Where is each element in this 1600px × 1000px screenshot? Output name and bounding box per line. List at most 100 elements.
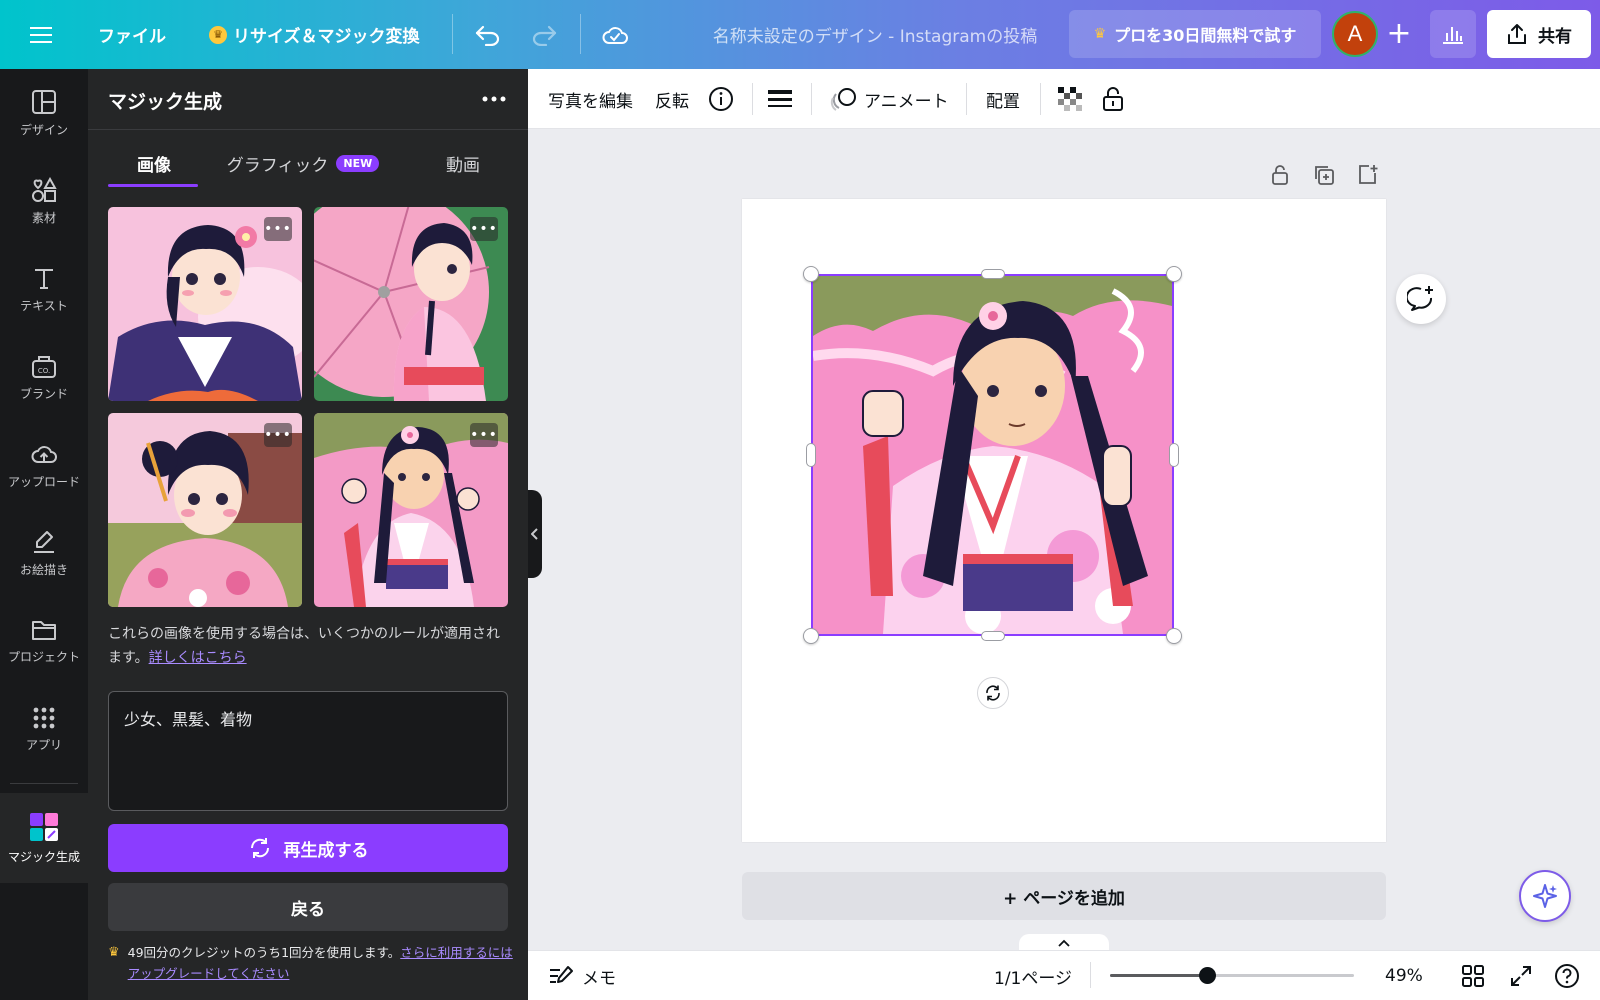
rail-item-magic-media[interactable]: マジック生成 bbox=[0, 793, 88, 883]
info-button[interactable] bbox=[708, 69, 734, 129]
svg-text:CO.: CO. bbox=[38, 367, 50, 375]
resize-handle-top-right[interactable] bbox=[1166, 266, 1182, 282]
redo-icon bbox=[532, 25, 557, 46]
add-page-top-button[interactable] bbox=[1355, 162, 1381, 188]
invite-plus-button[interactable]: + bbox=[1382, 17, 1416, 51]
panel-title: マジック生成 bbox=[108, 91, 223, 113]
insights-button[interactable] bbox=[1430, 10, 1476, 58]
divider bbox=[580, 14, 581, 54]
grid-view-button[interactable] bbox=[1462, 951, 1484, 1000]
edit-photo-button[interactable]: 写真を編集 bbox=[548, 69, 633, 129]
user-avatar[interactable]: A bbox=[1332, 11, 1378, 57]
document-title[interactable]: 名称未設定のデザイン - Instagramの投稿 bbox=[660, 0, 1090, 69]
zoom-slider-knob[interactable] bbox=[1199, 967, 1217, 984]
animate-button[interactable]: アニメート bbox=[830, 69, 949, 129]
generated-image-4[interactable]: ••• bbox=[314, 413, 508, 607]
magic-assistant-button[interactable] bbox=[1519, 870, 1571, 922]
divider bbox=[752, 83, 753, 115]
regenerate-button[interactable]: 再生成する bbox=[108, 824, 508, 872]
more-dots-icon bbox=[482, 96, 506, 102]
share-button[interactable]: 共有 bbox=[1487, 10, 1591, 58]
lock-page-button[interactable] bbox=[1267, 162, 1293, 188]
generated-image-1[interactable]: ••• bbox=[108, 207, 302, 401]
rail-item-elements[interactable]: 素材 bbox=[0, 161, 88, 241]
undo-button[interactable] bbox=[474, 0, 502, 69]
top-bar: ファイル ♛ リサイズ＆マジック変換 名称未設定のデザイン - Instagra… bbox=[0, 0, 1600, 69]
folder-icon bbox=[32, 620, 56, 640]
rail-item-brand[interactable]: CO. ブランド bbox=[0, 337, 88, 417]
panel-tabs: 画像 グラフィック NEW 動画 bbox=[108, 139, 508, 189]
generated-image-3[interactable]: ••• bbox=[108, 413, 302, 607]
upload-cloud-icon bbox=[31, 445, 57, 463]
page-indicator[interactable]: 1/1ページ bbox=[994, 951, 1072, 1000]
tab-video[interactable]: 動画 bbox=[418, 139, 508, 187]
cloud-save-status[interactable] bbox=[601, 0, 629, 69]
rail-label: マジック生成 bbox=[7, 849, 80, 864]
magic-media-icon bbox=[30, 812, 58, 841]
rail-item-projects[interactable]: プロジェクト bbox=[0, 601, 88, 681]
crown-icon: ♛ bbox=[108, 945, 120, 960]
resize-handle-bottom[interactable] bbox=[981, 631, 1005, 641]
rail-item-apps[interactable]: アプリ bbox=[0, 689, 88, 769]
tab-graphic[interactable]: グラフィック NEW bbox=[218, 139, 388, 187]
menu-button[interactable] bbox=[30, 0, 52, 69]
resize-handle-bottom-right[interactable] bbox=[1166, 628, 1182, 644]
notes-label: メモ bbox=[582, 968, 616, 989]
zoom-level[interactable]: 49% bbox=[1385, 951, 1423, 1000]
flip-button[interactable]: 反転 bbox=[655, 69, 689, 129]
rail-item-design[interactable]: デザイン bbox=[0, 73, 88, 153]
learn-more-link[interactable]: 詳しくはこちら bbox=[149, 650, 247, 666]
image-more-button[interactable]: ••• bbox=[470, 423, 498, 447]
rail-label: アプリ bbox=[25, 737, 62, 752]
tab-graphic-label: グラフィック bbox=[226, 155, 329, 176]
animate-label: アニメート bbox=[864, 91, 949, 112]
credits-notice: ♛ 49回分のクレジットのうち1回分を使用します。さらに利用するにはアップグレー… bbox=[108, 942, 513, 984]
rotate-handle[interactable] bbox=[977, 677, 1009, 709]
rail-item-draw[interactable]: お絵描き bbox=[0, 513, 88, 593]
transparency-button[interactable] bbox=[1058, 69, 1082, 129]
magic-media-panel: マジック生成 画像 グラフィック NEW 動画 ••• ••• ••• ••• … bbox=[88, 69, 528, 1000]
image-more-button[interactable]: ••• bbox=[264, 217, 292, 241]
rail-label: お絵描き bbox=[19, 562, 68, 577]
tab-image[interactable]: 画像 bbox=[108, 139, 200, 187]
lock-button[interactable] bbox=[1102, 69, 1124, 129]
help-button[interactable] bbox=[1554, 951, 1580, 1000]
usage-rules-text: これらの画像を使用する場合は、いくつかのルールが適用されます。詳しくはこちら bbox=[108, 622, 508, 670]
chevron-up-icon bbox=[1058, 939, 1070, 947]
redo-button[interactable] bbox=[530, 0, 558, 69]
zoom-slider[interactable] bbox=[1110, 967, 1354, 984]
rail-item-upload[interactable]: アップロード bbox=[0, 425, 88, 505]
image-more-button[interactable]: ••• bbox=[264, 423, 292, 447]
resize-handle-left[interactable] bbox=[806, 443, 816, 467]
zoom-slider-fill bbox=[1110, 974, 1208, 977]
add-comment-button[interactable] bbox=[1396, 274, 1446, 324]
position-button[interactable]: 配置 bbox=[986, 69, 1020, 129]
anime-girl-kimono-image bbox=[813, 276, 1172, 634]
resize-handle-bottom-left[interactable] bbox=[803, 628, 819, 644]
resize-handle-right[interactable] bbox=[1169, 443, 1179, 467]
prompt-input[interactable]: 少女、黒髪、着物 bbox=[108, 691, 508, 811]
rail-label: プロジェクト bbox=[7, 649, 80, 664]
resize-handle-top-left[interactable] bbox=[803, 266, 819, 282]
notes-button[interactable]: メモ bbox=[548, 951, 616, 1000]
selected-canvas-image[interactable] bbox=[811, 274, 1174, 636]
brand-icon: CO. bbox=[32, 355, 56, 378]
try-pro-button[interactable]: ♛ プロを30日間無料で試す bbox=[1069, 10, 1321, 58]
add-page-button[interactable]: + ページを追加 bbox=[742, 872, 1386, 920]
image-more-button[interactable]: ••• bbox=[470, 217, 498, 241]
resize-handle-top[interactable] bbox=[981, 269, 1005, 279]
back-button[interactable]: 戻る bbox=[108, 883, 508, 931]
fullscreen-button[interactable] bbox=[1510, 951, 1532, 1000]
apps-grid-icon bbox=[33, 707, 55, 728]
border-style-button[interactable] bbox=[768, 69, 792, 129]
hamburger-icon bbox=[30, 26, 52, 43]
generated-image-2[interactable]: ••• bbox=[314, 207, 508, 401]
rail-item-text[interactable]: テキスト bbox=[0, 249, 88, 329]
refresh-icon bbox=[250, 838, 269, 858]
file-menu-button[interactable]: ファイル bbox=[98, 0, 166, 69]
collapse-panel-handle[interactable] bbox=[528, 490, 542, 578]
resize-magic-button[interactable]: ♛ リサイズ＆マジック変換 bbox=[209, 0, 420, 69]
duplicate-page-button[interactable] bbox=[1311, 162, 1337, 188]
resize-magic-label: リサイズ＆マジック変換 bbox=[233, 27, 420, 47]
panel-more-button[interactable] bbox=[474, 83, 514, 115]
